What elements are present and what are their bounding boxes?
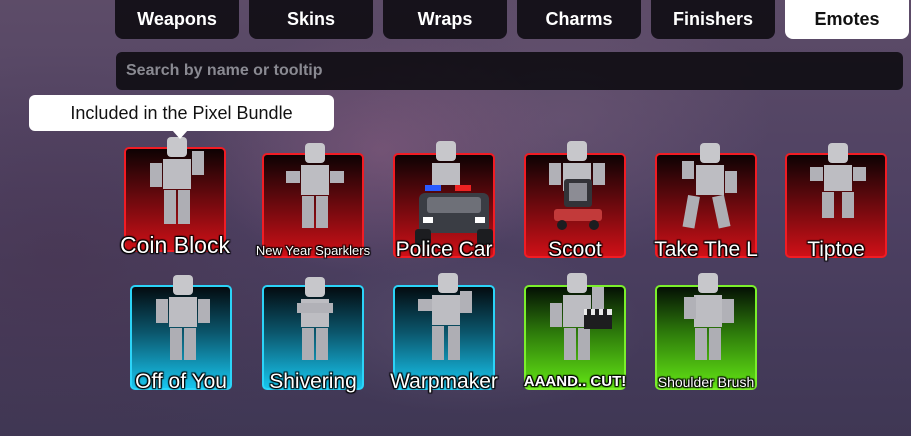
emote-card-shoulder-brush[interactable]: Shoulder Brush	[655, 273, 757, 390]
emote-name: Scoot	[548, 238, 602, 261]
character-figure	[418, 273, 472, 360]
emote-name: Coin Block	[120, 232, 230, 258]
tooltip: Included in the Pixel Bundle	[29, 95, 334, 131]
emote-name: Shoulder Brush	[657, 374, 755, 390]
emote-name: Police Car	[395, 238, 493, 261]
search-input[interactable]: Search by name or tooltip	[116, 52, 903, 90]
tab-weapons[interactable]: Weapons	[115, 0, 239, 39]
emote-name: New Year Sparklers	[255, 243, 371, 258]
emote-card-scoot[interactable]: Scoot	[524, 141, 626, 261]
emote-card-new-year-sparklers[interactable]: New Year Sparklers	[256, 143, 370, 258]
character-figure	[684, 273, 734, 360]
emote-name: AAAND.. CUT!	[523, 373, 627, 390]
scooter-icon	[554, 179, 602, 230]
character-figure	[286, 143, 344, 228]
tab-wraps[interactable]: Wraps	[383, 0, 507, 39]
character-figure	[150, 137, 204, 224]
character-figure	[297, 277, 333, 360]
emote-card-take-the-l[interactable]: Take The L	[654, 143, 758, 261]
emote-card-coin-block[interactable]: Coin Block	[120, 137, 230, 258]
emote-card-warpmaker[interactable]: Warpmaker	[390, 273, 498, 393]
clapperboard-icon	[584, 309, 612, 329]
emote-name: Tiptoe	[807, 238, 865, 261]
category-tabs: Weapons Skins Wraps Charms Finishers Emo…	[115, 0, 909, 40]
police-car-icon	[415, 185, 493, 245]
emote-card-police-car[interactable]: Police Car	[393, 141, 495, 261]
tab-skins[interactable]: Skins	[249, 0, 373, 39]
emote-name: Off of You	[135, 370, 227, 393]
tab-finishers[interactable]: Finishers	[651, 0, 775, 39]
tooltip-pointer	[172, 130, 188, 139]
tab-emotes[interactable]: Emotes	[785, 0, 909, 39]
emote-card-shivering[interactable]: Shivering	[262, 277, 364, 393]
emote-card-aaand-cut[interactable]: AAAND.. CUT!	[524, 273, 626, 390]
emote-name: Shivering	[269, 370, 357, 393]
tab-charms[interactable]: Charms	[517, 0, 641, 39]
character-figure	[810, 143, 866, 218]
emote-name: Warpmaker	[390, 370, 498, 393]
character-figure	[682, 143, 737, 229]
emote-name: Take The L	[654, 238, 758, 261]
character-figure	[156, 275, 210, 360]
emote-card-off-of-you[interactable]: Off of You	[130, 275, 232, 393]
emote-card-tiptoe[interactable]: Tiptoe	[785, 143, 887, 261]
